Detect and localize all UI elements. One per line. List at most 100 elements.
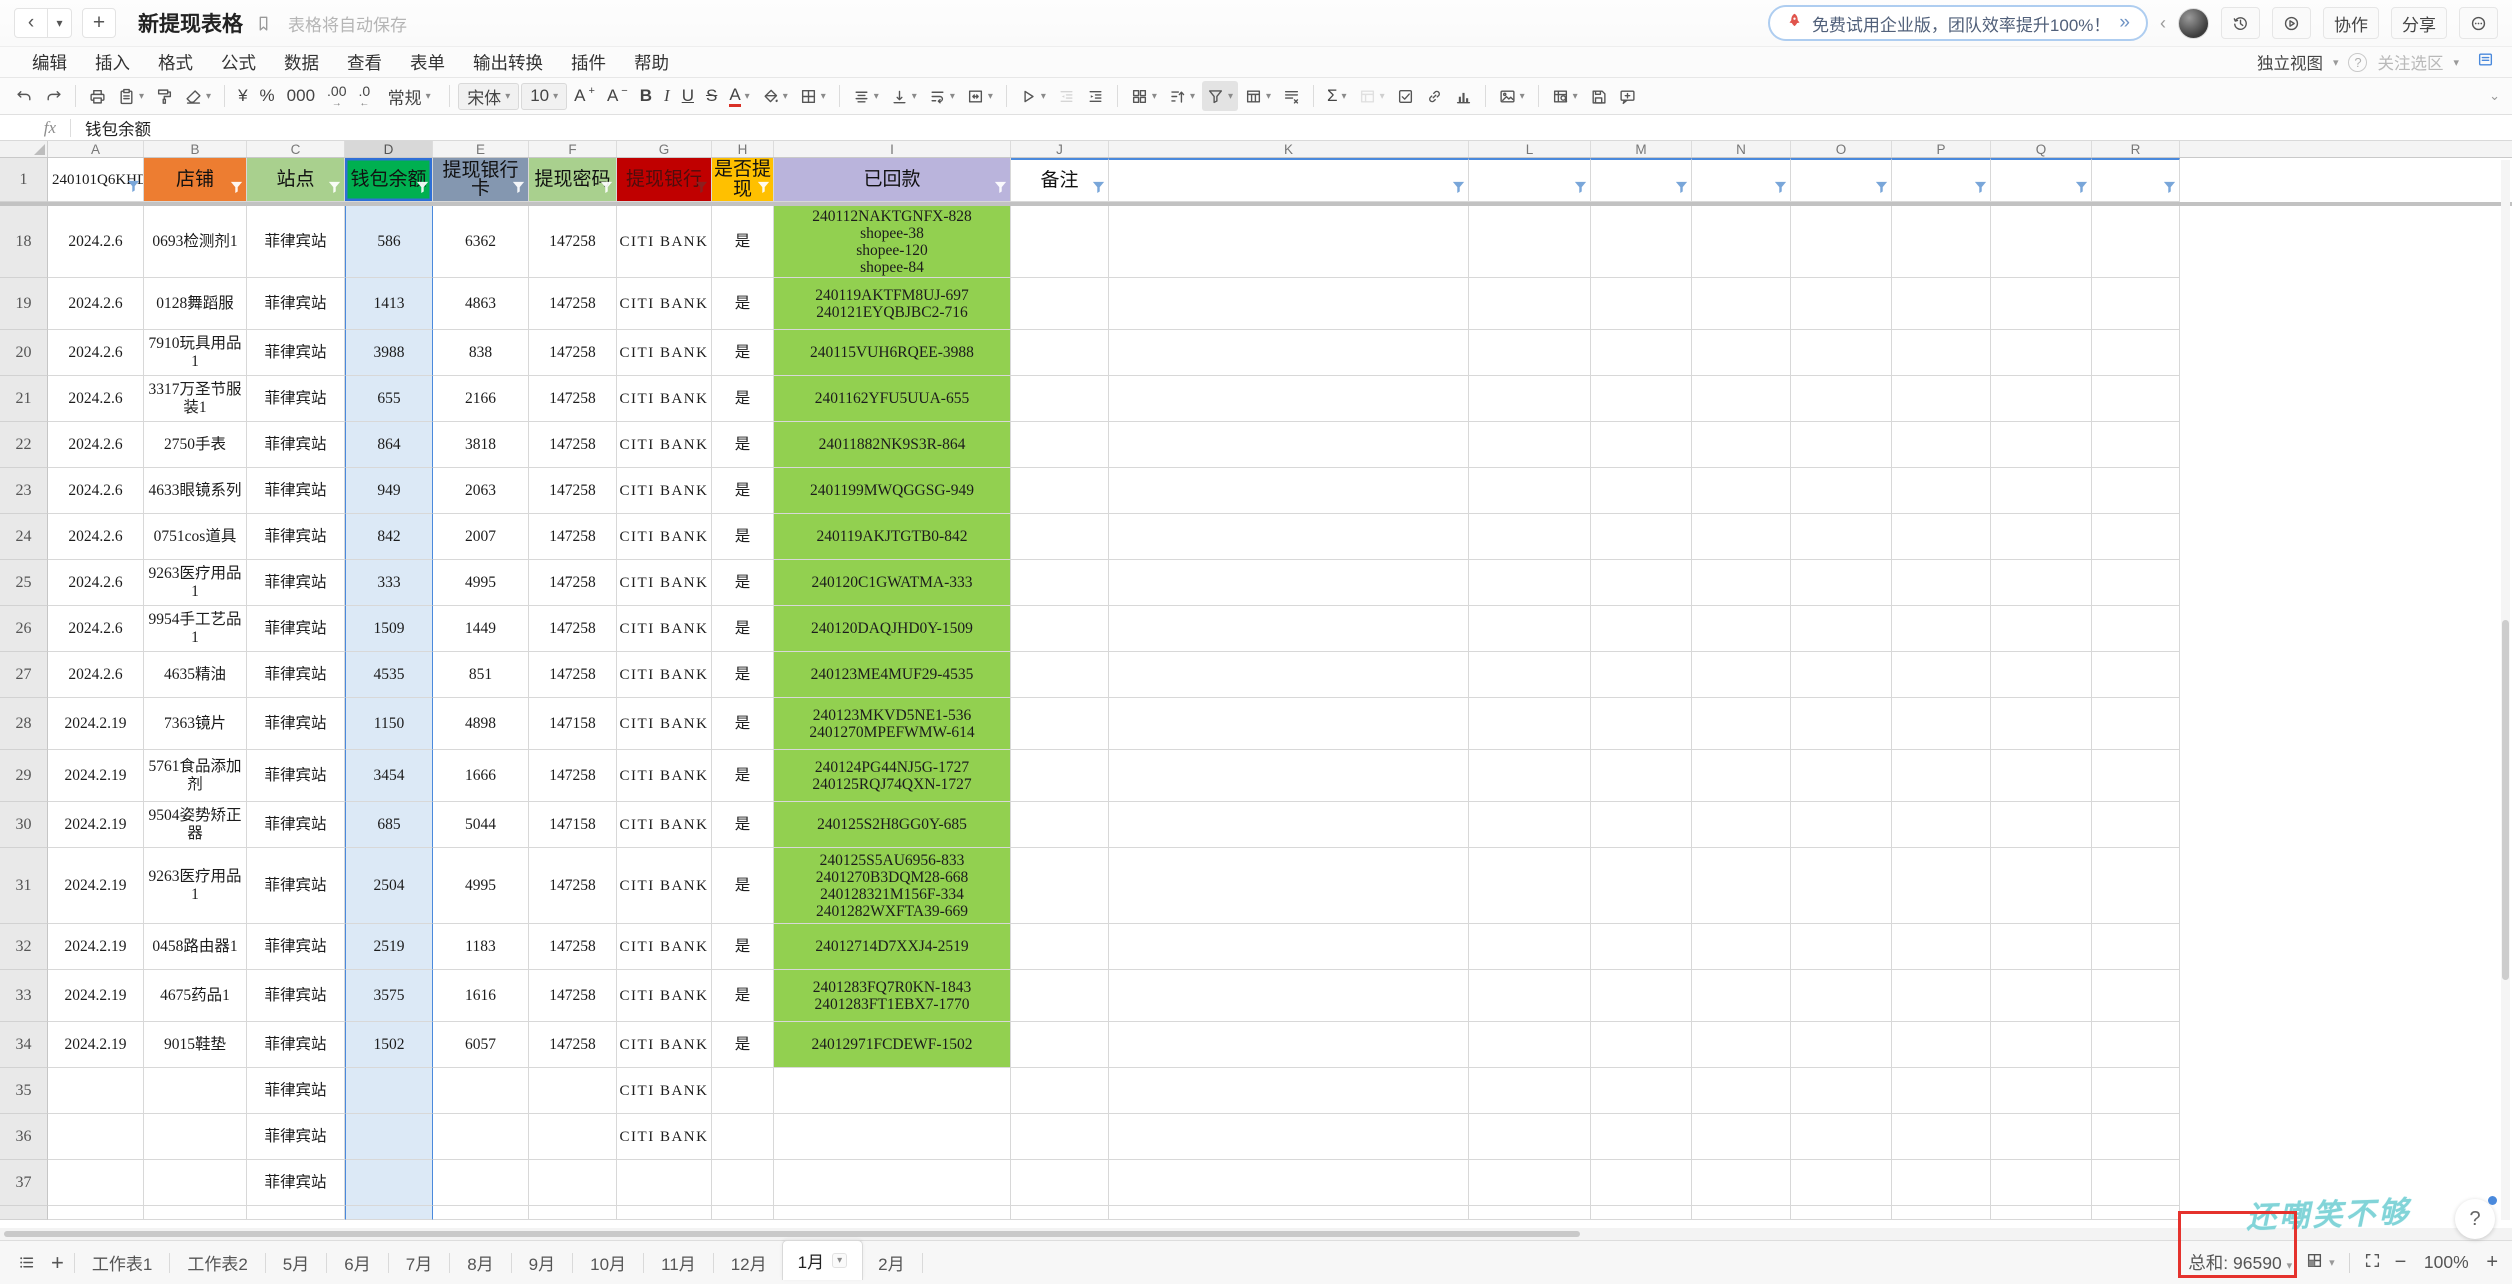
cell-C20[interactable]: 菲律宾站: [247, 330, 345, 376]
cell-Q25[interactable]: [1991, 560, 2092, 606]
column-header-R[interactable]: R: [2092, 141, 2180, 157]
cell-K23[interactable]: [1109, 468, 1469, 514]
cell-M33[interactable]: [1591, 970, 1692, 1022]
cell-Q30[interactable]: [1991, 802, 2092, 848]
cell-K31[interactable]: [1109, 848, 1469, 924]
sheet-tab-10月[interactable]: 10月: [575, 1241, 641, 1284]
focus-selection-menu[interactable]: 关注选区: [2377, 50, 2443, 74]
header-cell-A[interactable]: 240101Q6KHDX4: [48, 158, 144, 202]
cell-J26[interactable]: [1011, 606, 1109, 652]
cell-H31[interactable]: 是: [712, 848, 774, 924]
cell-Q36[interactable]: [1991, 1114, 2092, 1160]
cell-M28[interactable]: [1591, 698, 1692, 750]
sheet-tab-1月[interactable]: 1月▾: [782, 1240, 864, 1280]
cell-C19[interactable]: 菲律宾站: [247, 278, 345, 330]
cell-I33[interactable]: 2401283FQ7R0KN-18432401283FT1EBX7-1770: [774, 970, 1011, 1022]
header-cell-F[interactable]: 提现密码: [529, 158, 617, 202]
link-icon[interactable]: [1421, 81, 1448, 111]
cell-M30[interactable]: [1591, 802, 1692, 848]
cell-I25[interactable]: 240120C1GWATMA-333: [774, 560, 1011, 606]
save-icon[interactable]: [1585, 81, 1612, 111]
cell-G33[interactable]: CITI BANK: [617, 970, 712, 1022]
cell-E36[interactable]: [433, 1114, 529, 1160]
number-format-select[interactable]: 常规▾: [377, 81, 441, 111]
cell-A29[interactable]: 2024.2.19: [48, 750, 144, 802]
cell-E26[interactable]: 1449: [433, 606, 529, 652]
cell-J30[interactable]: [1011, 802, 1109, 848]
cell-C23[interactable]: 菲律宾站: [247, 468, 345, 514]
cell-E25[interactable]: 4995: [433, 560, 529, 606]
cell-R18[interactable]: [2092, 206, 2180, 278]
cell-O35[interactable]: [1791, 1068, 1892, 1114]
back-button[interactable]: ‹: [14, 8, 48, 38]
cell-L24[interactable]: [1469, 514, 1591, 560]
cell-N32[interactable]: [1692, 924, 1791, 970]
cell-L28[interactable]: [1469, 698, 1591, 750]
cell-N29[interactable]: [1692, 750, 1791, 802]
cell-N18[interactable]: [1692, 206, 1791, 278]
bold-button[interactable]: B: [635, 81, 657, 111]
cell-R24[interactable]: [2092, 514, 2180, 560]
cell-H28[interactable]: 是: [712, 698, 774, 750]
cell-J22[interactable]: [1011, 422, 1109, 468]
cell-R19[interactable]: [2092, 278, 2180, 330]
cell-N36[interactable]: [1692, 1114, 1791, 1160]
banner-more-icon[interactable]: »: [2119, 12, 2130, 34]
cell-I21[interactable]: 2401162YFU5UUA-655: [774, 376, 1011, 422]
cell-I34[interactable]: 24012971FCDEWF-1502: [774, 1022, 1011, 1068]
cell-C35[interactable]: 菲律宾站: [247, 1068, 345, 1114]
cell-J21[interactable]: [1011, 376, 1109, 422]
collaborate-button[interactable]: 协作: [2323, 7, 2379, 39]
cell-G27[interactable]: CITI BANK: [617, 652, 712, 698]
cell-G18[interactable]: CITI BANK: [617, 206, 712, 278]
document-title[interactable]: 新提现表格: [138, 8, 243, 38]
cell-I29[interactable]: 240124PG44NJ5G-1727240125RQJ74QXN-1727: [774, 750, 1011, 802]
cell-J33[interactable]: [1011, 970, 1109, 1022]
column-header-D[interactable]: D: [345, 141, 433, 157]
cell-A33[interactable]: 2024.2.19: [48, 970, 144, 1022]
menu-item[interactable]: 数据: [270, 50, 333, 75]
cell-H20[interactable]: 是: [712, 330, 774, 376]
cell-I22[interactable]: 24011882NK9S3R-864: [774, 422, 1011, 468]
cell-M25[interactable]: [1591, 560, 1692, 606]
row-header-29[interactable]: 29: [0, 750, 48, 802]
cell-O26[interactable]: [1791, 606, 1892, 652]
cell-C22[interactable]: 菲律宾站: [247, 422, 345, 468]
filter-icon[interactable]: [511, 180, 526, 199]
cell-O18[interactable]: [1791, 206, 1892, 278]
cell-E24[interactable]: 2007: [433, 514, 529, 560]
cell-H18[interactable]: 是: [712, 206, 774, 278]
cell-L30[interactable]: [1469, 802, 1591, 848]
cell-N20[interactable]: [1692, 330, 1791, 376]
column-header-Q[interactable]: Q: [1991, 141, 2092, 157]
cell-R37[interactable]: [2092, 1160, 2180, 1206]
cell-G22[interactable]: CITI BANK: [617, 422, 712, 468]
freeze-icon[interactable]: ▾: [1547, 81, 1583, 111]
cell-A36[interactable]: [48, 1114, 144, 1160]
cell-J35[interactable]: [1011, 1068, 1109, 1114]
cell-P21[interactable]: [1892, 376, 1991, 422]
cell-P20[interactable]: [1892, 330, 1991, 376]
header-cell-D[interactable]: 钱包余额: [345, 158, 433, 202]
cell-L25[interactable]: [1469, 560, 1591, 606]
cell-R26[interactable]: [2092, 606, 2180, 652]
cell-M35[interactable]: [1591, 1068, 1692, 1114]
help-circle-icon[interactable]: ?: [2348, 53, 2367, 72]
cell-L29[interactable]: [1469, 750, 1591, 802]
cell-M21[interactable]: [1591, 376, 1692, 422]
cell-B27[interactable]: 4635精油: [144, 652, 247, 698]
cell-P22[interactable]: [1892, 422, 1991, 468]
cell-H19[interactable]: 是: [712, 278, 774, 330]
cell-O27[interactable]: [1791, 652, 1892, 698]
filter-icon[interactable]: [1874, 180, 1889, 199]
cell-L22[interactable]: [1469, 422, 1591, 468]
sheet-tab-11月[interactable]: 11月: [646, 1241, 711, 1284]
cell-G36[interactable]: CITI BANK: [617, 1114, 712, 1160]
cell-J32[interactable]: [1011, 924, 1109, 970]
sheet-tab-工作表2[interactable]: 工作表2: [172, 1241, 262, 1284]
cell-M22[interactable]: [1591, 422, 1692, 468]
cell-G25[interactable]: CITI BANK: [617, 560, 712, 606]
share-button[interactable]: 分享: [2391, 7, 2447, 39]
cell-Q26[interactable]: [1991, 606, 2092, 652]
cell-N34[interactable]: [1692, 1022, 1791, 1068]
